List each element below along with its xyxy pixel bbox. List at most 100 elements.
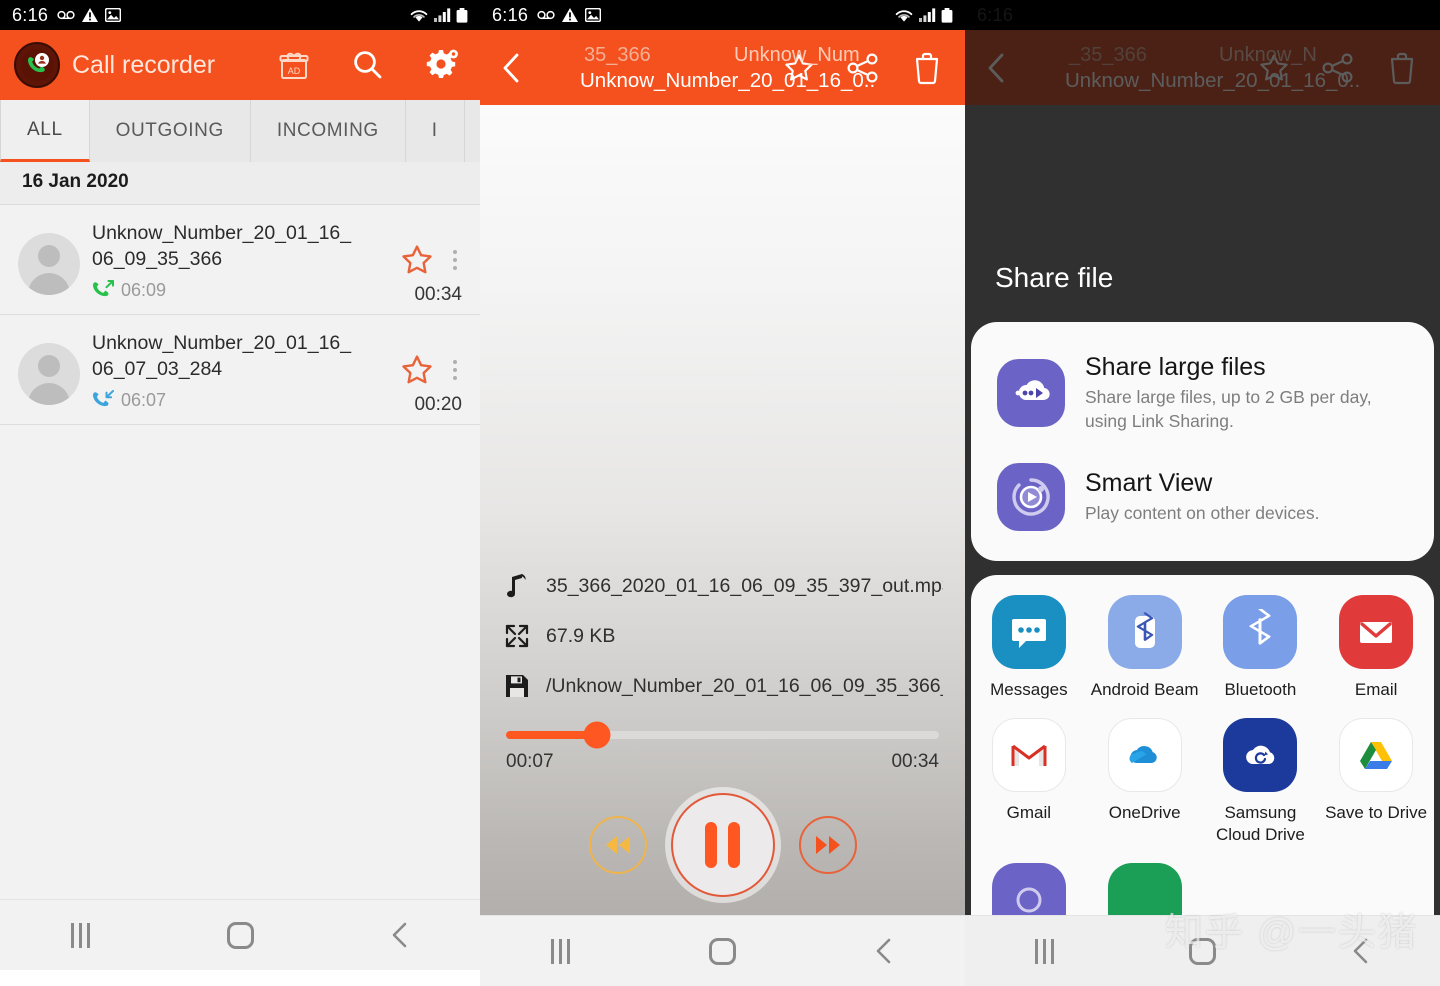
smart-view-title: Smart View (1085, 469, 1213, 498)
share-target-partial-3[interactable] (1203, 863, 1319, 915)
seek-bar[interactable] (506, 721, 939, 749)
back-icon[interactable] (847, 927, 921, 975)
tab-incoming[interactable]: INCOMING (251, 100, 406, 162)
outgoing-call-icon (93, 280, 114, 297)
share-target-onedrive[interactable]: OneDrive (1087, 718, 1203, 849)
call-time: 06:09 (121, 280, 167, 301)
call-recorder-logo-icon (14, 42, 60, 88)
tab-all[interactable]: ALL (0, 100, 90, 162)
share-target-save-to-drive[interactable]: Save to Drive (1318, 718, 1434, 849)
player-app-bar: 35_366 Unknow_Num Unknow_Number_20_01_16… (480, 30, 965, 105)
smart-view-icon (997, 463, 1065, 531)
share-target-messages[interactable]: Messages (971, 595, 1087, 704)
home-icon[interactable] (203, 911, 277, 959)
home-icon[interactable] (685, 927, 759, 975)
file-name-row: 35_366_2020_01_16_06_09_35_397_out.mp3 (502, 571, 943, 601)
email-icon (1339, 595, 1414, 669)
file-path: /Unknow_Number_20_01_16_06_09_35_366_202 (546, 674, 943, 697)
messages-icon (991, 595, 1066, 669)
share-target-partial-4[interactable] (1318, 863, 1434, 915)
player-title-ghost-right: Unknow_Num (734, 43, 860, 66)
voicemail-icon (537, 10, 555, 20)
file-info: 35_366_2020_01_16_06_09_35_397_out.mp3 6… (480, 571, 965, 721)
share-target-bluetooth[interactable]: Bluetooth (1203, 595, 1319, 704)
app-bar-actions: AD (274, 45, 466, 85)
share-target-partial-purple[interactable] (971, 862, 1087, 915)
overflow-menu-icon[interactable] (444, 353, 466, 387)
share-target-partial-green[interactable] (1087, 862, 1203, 915)
save-disk-icon (502, 671, 532, 701)
delete-icon[interactable] (1382, 48, 1422, 88)
onedrive-icon (1107, 718, 1182, 793)
call-name: Unknow_Number_20_01_16_06_07_03_284 (92, 332, 352, 380)
file-size-row: 67.9 KB (502, 621, 943, 651)
gear-icon[interactable] (422, 45, 462, 85)
call-meta: 06:09 (92, 280, 400, 301)
share-target-samsung-cloud-drive[interactable]: Samsung Cloud Drive (1203, 718, 1319, 849)
share-target-email[interactable]: Email (1318, 595, 1434, 704)
tab-label: I (431, 120, 438, 141)
status-bar-time: 6:16 (492, 4, 529, 25)
system-nav-bar (480, 915, 965, 986)
share-target-gmail[interactable]: Gmail (971, 718, 1087, 849)
seek-thumb[interactable] (583, 721, 611, 749)
share-large-files-icon (997, 358, 1065, 427)
delete-icon[interactable] (907, 48, 947, 88)
file-path-row: /Unknow_Number_20_01_16_06_09_35_366_202 (502, 671, 943, 701)
bluetooth-icon (1223, 595, 1298, 669)
panel-player: 6:16 35_366 Unknow_Num Unknow_Number_20_… (480, 0, 965, 986)
status-bar-right-icons (409, 7, 468, 23)
save-to-drive-icon (1339, 718, 1414, 793)
system-nav-bar (965, 915, 1440, 986)
android-beam-icon (1107, 595, 1182, 669)
call-list-empty-area (0, 425, 480, 899)
call-row[interactable]: Unknow_Number_20_01_16_06_09_35_366 06:0… (0, 205, 480, 315)
gift-ad-icon[interactable]: AD (274, 45, 314, 85)
fast-forward-icon[interactable] (798, 816, 857, 874)
rewind-icon[interactable] (588, 816, 647, 874)
share-target-label: Gmail (1006, 803, 1052, 823)
wifi-icon (410, 9, 428, 22)
status-bar-time: 6:16 (12, 4, 49, 25)
player-title: Unknow_Number_20_01_16_0.. (580, 68, 876, 92)
share-sheet-backdrop[interactable]: Share file Share large files Share large… (965, 105, 1440, 915)
recents-icon[interactable] (43, 911, 117, 959)
back-icon[interactable] (363, 911, 437, 959)
recents-icon[interactable] (1007, 927, 1081, 975)
smart-view-row[interactable]: Smart View Play content on other devices… (971, 449, 1434, 547)
tab-partial[interactable]: I (406, 100, 465, 162)
home-icon[interactable] (1165, 927, 1239, 975)
player-title-ghost-left: _35_366 (1069, 43, 1147, 66)
tab-outgoing[interactable]: OUTGOING (90, 100, 251, 162)
star-icon[interactable] (400, 353, 434, 387)
recents-icon[interactable] (524, 927, 598, 975)
player-app-bar-dimmed: _35_366 Unknow_N Unknow_Number_20_01_16_… (965, 30, 1440, 105)
back-arrow-icon[interactable] (975, 46, 1019, 90)
seek-area: 00:07 00:34 (480, 721, 965, 773)
system-nav-bar (0, 899, 480, 970)
call-meta: 06:07 (92, 390, 400, 411)
star-icon[interactable] (400, 243, 434, 277)
tab-bar: ALL OUTGOING INCOMING I (0, 100, 480, 162)
signal-icon (919, 8, 936, 22)
share-target-android-beam[interactable]: Android Beam (1087, 595, 1203, 704)
share-large-files-row[interactable]: Share large files Share large files, up … (971, 338, 1434, 449)
search-icon[interactable] (348, 45, 388, 85)
player-title-ghost-left: 35_366 (584, 43, 651, 66)
app-bar: Call recorder AD (0, 30, 480, 100)
call-row[interactable]: Unknow_Number_20_01_16_06_07_03_284 06:0… (0, 315, 480, 425)
back-arrow-icon[interactable] (490, 46, 534, 90)
pause-icon[interactable] (670, 793, 775, 897)
back-icon[interactable] (1324, 927, 1398, 975)
status-bar: 6:16 (965, 0, 1440, 30)
share-large-files-title: Share large files (1085, 353, 1266, 382)
call-info: Unknow_Number_20_01_16_06_07_03_284 06:0… (92, 331, 400, 414)
file-size: 67.9 KB (546, 624, 616, 647)
share-target-label: Samsung Cloud Drive (1215, 803, 1305, 844)
player-controls (480, 793, 965, 901)
status-bar-left-icons (537, 8, 602, 22)
time-labels: 00:07 00:34 (506, 751, 939, 773)
call-duration: 00:20 (414, 394, 462, 415)
panel-call-list: 6:16 Call recorder AD ALL OUTGOING INCOM… (0, 0, 480, 986)
overflow-menu-icon[interactable] (444, 243, 466, 277)
